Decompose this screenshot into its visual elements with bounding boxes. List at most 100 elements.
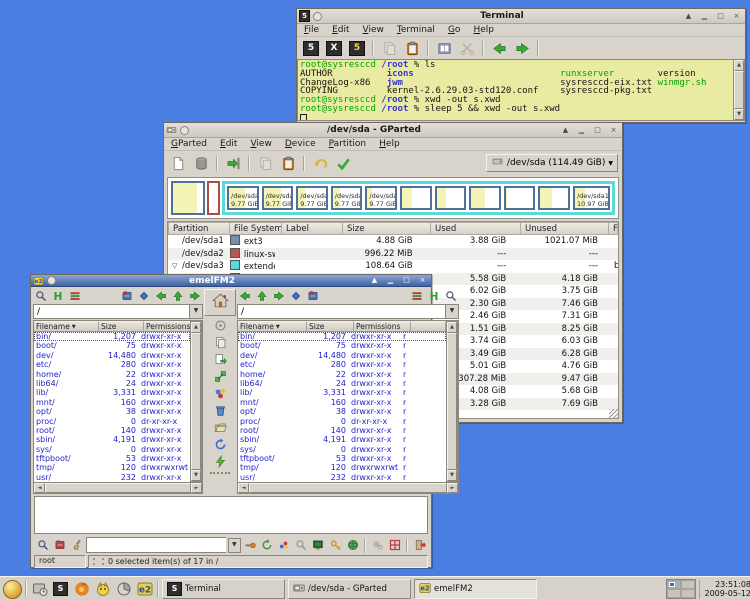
partition-row[interactable]: /dev/sda2linux-swap996.22 MiB------ [168,248,618,261]
emelfm-launcher[interactable]: e2 [135,580,154,598]
path-dropdown-right[interactable]: ▼ [445,304,459,319]
partition-box[interactable]: /dev/sda69.77 GiB [262,186,294,210]
vertical-scrollbar-left[interactable]: ▲▼ [190,321,202,482]
apply-button[interactable] [333,154,353,172]
file-row[interactable]: bin/1,207drwxr-xr-xr [238,332,446,341]
scroll-up-icon[interactable]: ▲ [447,322,457,333]
mount-icon[interactable] [243,537,258,553]
up-icon[interactable] [254,289,270,303]
file-row[interactable]: dev/14,480drwxr-xr-xr [34,351,190,360]
find-icon[interactable] [443,289,459,303]
partition-box[interactable]: /dev/sda99.77 GiB [365,186,397,210]
file-row[interactable]: lib/3,331drwxr-xr-xr [238,388,446,397]
scroll-left-icon[interactable]: ◄ [34,483,45,493]
file-row[interactable]: boot/75drwxr-xr-xr [238,341,446,350]
column-header-size[interactable]: Size [343,222,431,235]
shell-dark-launcher[interactable]: S [51,580,70,598]
maximize-button[interactable]: □ [591,125,604,136]
window-menu-button[interactable] [313,12,322,21]
gparted-menu-view[interactable]: View [250,139,271,149]
console-icon[interactable] [311,537,326,553]
file-row[interactable]: lib64/24drwxr-xr-xr [238,379,446,388]
terminal-menu-help[interactable]: Help [473,25,494,35]
file-row[interactable]: usr/232drwxr-xr-xr [238,473,446,482]
up-icon[interactable] [170,289,186,303]
close-button[interactable]: × [607,125,620,136]
trash-button[interactable] [208,403,232,418]
bookmarks-icon[interactable] [305,289,321,303]
terminal-menu-view[interactable]: View [363,25,384,35]
expander-icon[interactable]: ▽ [172,260,182,273]
pager-desktop-3[interactable] [667,589,681,598]
open-button[interactable] [208,420,232,435]
file-row[interactable]: opt/38drwxr-xr-xr [34,407,190,416]
find-icon[interactable] [35,537,50,553]
mascot-launcher[interactable] [93,580,112,598]
quit-icon[interactable] [412,537,427,553]
file-row[interactable]: tftpboot/53drwxr-xr-xr [238,454,446,463]
history-icon[interactable]: H [50,289,66,303]
forward-icon[interactable] [271,289,287,303]
new-partition-button[interactable] [168,154,188,172]
list-view-icon[interactable] [67,289,83,303]
usage-chart-launcher[interactable] [114,580,133,598]
sync-button[interactable] [208,454,232,469]
gparted-titlebar[interactable]: /dev/sda - GParted ▲ ▁ □ × [164,123,622,138]
taskbar-task[interactable]: /dev/sda - GParted [288,579,411,599]
file-row[interactable]: opt/38drwxr-xr-xr [238,407,446,416]
close-button[interactable]: × [730,11,743,22]
shade-button[interactable]: ▲ [559,125,572,136]
file-row[interactable]: proc/0dr-xr-xr-xr [34,417,190,426]
pager-desktop-1[interactable] [667,580,681,589]
window-menu-button[interactable] [180,126,189,135]
file-row[interactable]: lib/3,331drwxr-xr-xr [34,388,190,397]
partition-box[interactable] [400,186,432,210]
scroll-up-icon[interactable]: ▲ [191,322,201,333]
minimize-button[interactable]: ▁ [698,11,711,22]
file-row[interactable]: sys/0drwxr-xr-xr [34,445,190,454]
scroll-thumb[interactable] [447,333,457,470]
scroll-right-icon[interactable]: ► [447,483,458,493]
new-shell-button[interactable]: 5 [301,39,321,57]
new-tab-button[interactable]: 5 [347,39,367,57]
refresh-button[interactable] [208,437,232,452]
column-header-size[interactable]: Size [99,321,144,332]
scroll-down-icon[interactable]: ▼ [447,470,457,481]
configure-icon[interactable] [370,537,385,553]
column-header-file-system[interactable]: File System [230,222,282,235]
emelfm2-titlebar[interactable]: e2 emelFM2 ▲ ▁ □ × [31,275,431,287]
disk-tool-launcher[interactable] [30,580,49,598]
file-row[interactable]: mnt/160drwxr-xr-xr [238,398,446,407]
gparted-menu-edit[interactable]: Edit [220,139,237,149]
shade-button[interactable]: ▲ [682,11,695,22]
cd-dialog-icon[interactable] [288,289,304,303]
window-menu-button[interactable] [47,276,56,285]
file-row[interactable]: root/140drwxr-xr-xr [238,426,446,435]
docs-icon[interactable] [52,537,67,553]
find-icon[interactable] [33,289,49,303]
refresh-green-icon[interactable] [260,537,275,553]
command-history-dropdown[interactable]: ▼ [228,538,241,553]
file-row[interactable]: home/22drwxr-xr-xr [34,370,190,379]
column-header-permissions[interactable]: Permissions [144,321,190,332]
column-header-unused[interactable]: Unused [521,222,609,235]
partition-box[interactable] [538,186,570,210]
permissions-icon[interactable] [328,537,343,553]
firefox-launcher[interactable] [72,580,91,598]
partition-visual-bar[interactable]: /dev/sda59.77 GiB/dev/sda69.77 GiB/dev/s… [167,177,619,219]
terminal-output[interactable]: root@sysresccd /root % ls AUTHOR icons r… [297,59,733,121]
file-row[interactable]: sbin/4,191drwxr-xr-xr [238,435,446,444]
find-small-icon[interactable] [294,537,309,553]
menu-orb-button[interactable] [3,580,22,599]
back-button[interactable] [489,39,509,57]
terminal-menu-file[interactable]: File [304,25,319,35]
shade-button[interactable]: ▲ [368,275,381,286]
horizontal-scrollbar-right[interactable]: ◄► [237,483,459,494]
horizontal-scrollbar-left[interactable]: ◄► [33,483,203,494]
column-header-filename[interactable]: Filename▼ [34,321,99,332]
terminal-menu-terminal[interactable]: Terminal [397,25,435,35]
taskbar-task[interactable]: e2emelFM2 [414,579,537,599]
taskbar-task[interactable]: STerminal [162,579,285,599]
gparted-menu-partition[interactable]: Partition [329,139,367,149]
bookmarks-icon[interactable] [119,289,135,303]
